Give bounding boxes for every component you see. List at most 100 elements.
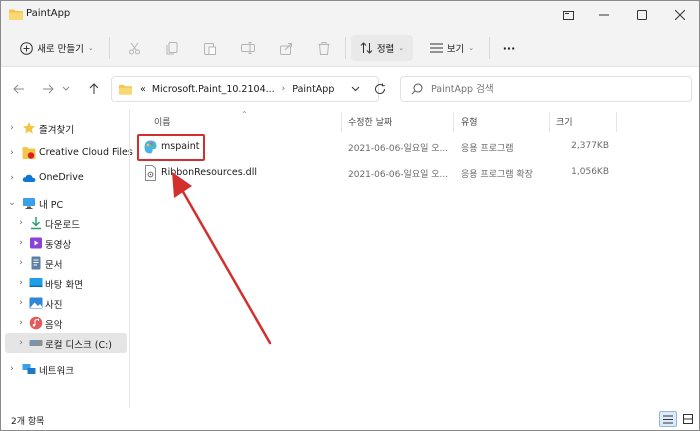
snap-icon — [562, 10, 574, 20]
column-divider[interactable] — [549, 112, 550, 132]
trash-icon — [318, 41, 330, 55]
cut-button[interactable] — [121, 35, 147, 61]
column-divider[interactable] — [453, 112, 454, 132]
more-options-button[interactable]: ··· — [497, 35, 521, 61]
chevron-right-icon[interactable]: › — [16, 273, 26, 293]
minimize-icon — [599, 14, 609, 16]
chevron-right-icon[interactable]: › — [16, 213, 26, 233]
nav-item-this-pc[interactable]: ⌄ 내 PC — [1, 193, 127, 213]
download-icon — [31, 217, 41, 230]
chevron-right-icon[interactable]: › — [16, 233, 26, 253]
creative-cloud-icon — [22, 147, 36, 159]
sort-ascending-icon: ⌃ — [241, 110, 248, 119]
view-list-icon — [429, 43, 443, 53]
file-size: 2,377KB — [571, 141, 609, 151]
recent-locations-button[interactable] — [59, 80, 73, 98]
network-icon — [22, 364, 36, 374]
chevron-down-icon: ⌄ — [468, 44, 475, 52]
details-view-button[interactable] — [659, 411, 677, 427]
column-divider[interactable] — [341, 112, 342, 132]
details-view-icon — [663, 415, 673, 423]
nav-item-pictures[interactable]: › 사진 — [1, 293, 127, 313]
nav-item-music[interactable]: › 음악 — [1, 313, 127, 333]
view-button[interactable]: 보기 ⌄ — [421, 35, 483, 61]
breadcrumb-item[interactable]: Microsoft.Paint_10.2104... — [152, 84, 275, 95]
nav-item-downloads[interactable]: › 다운로드 — [1, 213, 127, 233]
nav-item-onedrive[interactable]: › OneDrive — [1, 168, 127, 188]
nav-item-local-disk[interactable]: › 로컬 디스크 (C:) — [5, 333, 127, 353]
column-header-size[interactable]: 크기 — [556, 115, 573, 128]
star-icon — [23, 122, 35, 134]
new-button-label: 새로 만들기 — [37, 44, 84, 55]
nav-item-videos[interactable]: › 동영상 — [1, 233, 127, 253]
new-button[interactable]: 새로 만들기 ⌄ — [15, 35, 99, 61]
arrow-left-icon — [13, 84, 24, 94]
nav-item-documents[interactable]: › 문서 — [1, 253, 127, 273]
video-icon — [30, 237, 42, 249]
back-button[interactable] — [8, 80, 30, 98]
delete-button[interactable] — [311, 35, 337, 61]
chevron-right-icon[interactable]: › — [7, 168, 17, 188]
chevron-right-icon[interactable]: › — [16, 333, 26, 353]
nav-item-desktop[interactable]: › 바탕 화면 — [1, 273, 127, 293]
up-button[interactable] — [83, 80, 105, 98]
table-row[interactable]: RibbonResources.dll 2021-06-06-일요일 오... … — [131, 162, 611, 184]
chevron-right-icon[interactable]: › — [7, 143, 17, 163]
column-divider[interactable] — [616, 112, 617, 132]
chevron-right-icon[interactable]: › — [16, 253, 26, 273]
nav-item-label: OneDrive — [39, 172, 84, 183]
column-header-type[interactable]: 유형 — [461, 115, 478, 128]
maximize-button[interactable] — [623, 1, 661, 29]
file-list: ⌃ 이름 수정한 날짜 유형 크기 mspaint 2021-06-06-일요일… — [131, 110, 699, 408]
search-input[interactable] — [431, 82, 681, 96]
search-icon — [411, 83, 423, 95]
paste-button[interactable] — [197, 35, 223, 61]
snap-layout-button[interactable] — [549, 1, 587, 29]
chevron-right-icon[interactable]: › — [16, 313, 26, 333]
file-name: RibbonResources.dll — [161, 167, 257, 178]
chevron-down-icon[interactable]: ⌄ — [7, 193, 17, 213]
close-icon — [675, 10, 685, 20]
search-box[interactable] — [400, 76, 692, 102]
window-title: PaintApp — [26, 8, 71, 19]
close-button[interactable] — [661, 1, 699, 29]
chevron-right-icon[interactable]: › — [7, 118, 17, 138]
file-size: 1,056KB — [571, 167, 609, 177]
tiles-view-button[interactable] — [679, 411, 697, 427]
minimize-button[interactable] — [585, 1, 623, 29]
nav-item-creative-cloud[interactable]: › Creative Cloud Files — [1, 143, 133, 163]
chevron-right-icon[interactable]: › — [16, 293, 26, 313]
share-icon — [279, 42, 292, 55]
nav-item-network[interactable]: › 네트워크 — [1, 359, 127, 379]
share-button[interactable] — [273, 35, 299, 61]
breadcrumb-overflow[interactable]: « — [140, 84, 146, 95]
column-header-name[interactable]: 이름 — [154, 115, 171, 128]
navigation-pane: › 즐겨찾기 › Creative Cloud Files › OneDrive… — [1, 110, 133, 408]
nav-item-favorites[interactable]: › 즐겨찾기 — [1, 118, 127, 138]
item-count: 2개 항목 — [11, 417, 45, 427]
refresh-button[interactable] — [369, 76, 391, 102]
address-history-button[interactable] — [344, 76, 366, 102]
nav-item-label: 바탕 화면 — [45, 280, 83, 291]
sort-button[interactable]: 정렬 ⌄ — [351, 35, 413, 61]
address-bar[interactable]: « Microsoft.Paint_10.2104... › PaintApp — [111, 76, 379, 102]
forward-button[interactable] — [37, 80, 59, 98]
command-bar: 새로 만들기 ⌄ 정렬 ⌄ 보기 ⌄ ··· — [1, 29, 699, 67]
nav-item-label: 다운로드 — [45, 220, 80, 231]
sort-button-label: 정렬 — [376, 44, 395, 55]
chevron-down-icon: ⌄ — [398, 44, 405, 52]
tiles-view-icon — [683, 414, 693, 424]
chevron-down-icon — [62, 86, 70, 91]
pane-splitter[interactable] — [129, 110, 130, 408]
rename-button[interactable] — [235, 35, 261, 61]
chevron-right-icon[interactable]: › — [7, 359, 17, 379]
column-header-modified[interactable]: 수정한 날짜 — [348, 115, 392, 128]
copy-button[interactable] — [159, 35, 185, 61]
title-bar: PaintApp — [1, 1, 699, 29]
plus-circle-icon — [20, 41, 33, 55]
file-type: 응용 프로그램 확장 — [461, 170, 533, 180]
address-row: « Microsoft.Paint_10.2104... › PaintApp — [1, 68, 699, 110]
breadcrumb-item[interactable]: PaintApp — [292, 84, 334, 95]
rename-icon — [241, 42, 255, 54]
folder-icon — [9, 9, 23, 20]
